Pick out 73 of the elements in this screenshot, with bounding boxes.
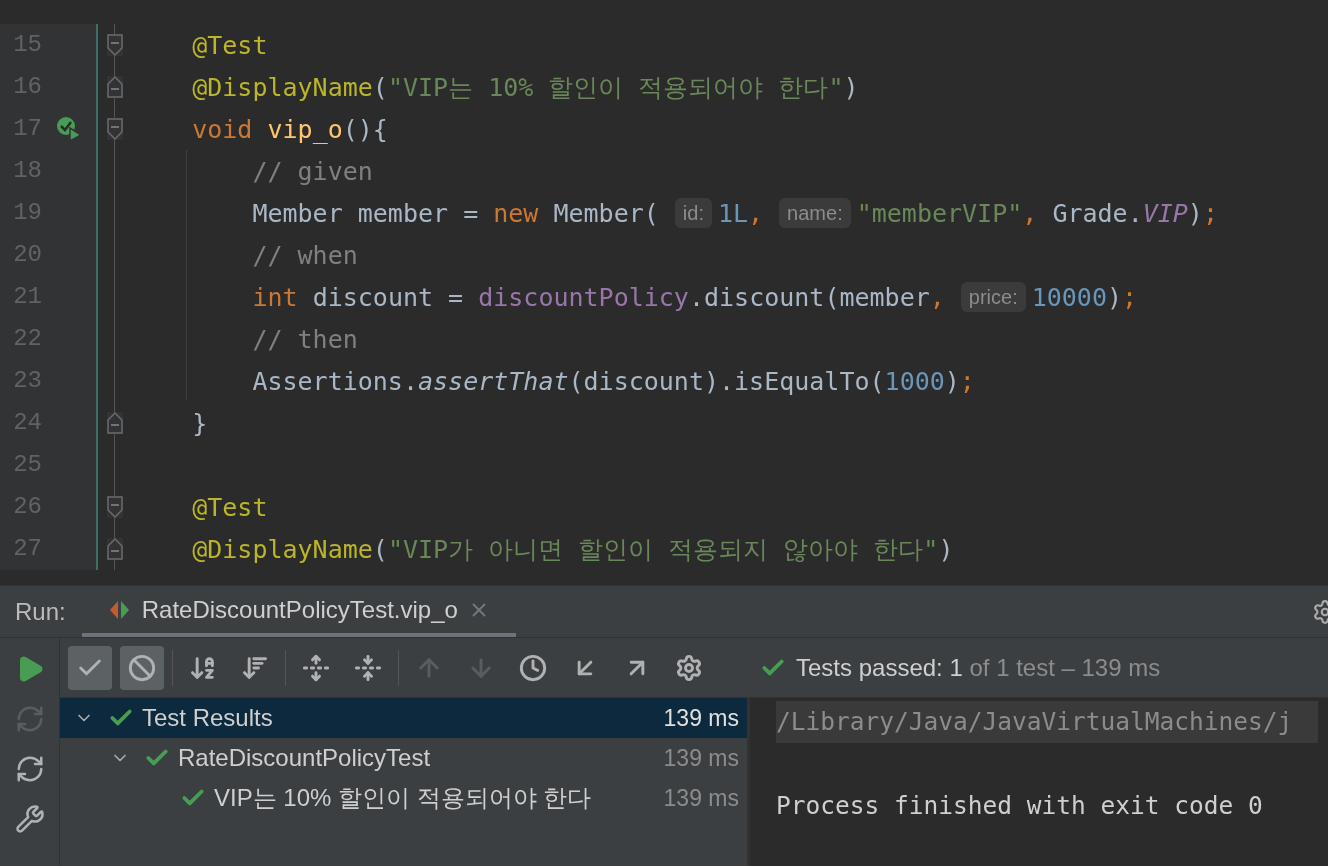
- code-token: 1000: [884, 368, 945, 394]
- test-name: VIP는 10% 할인이 적용되어야 한다: [214, 783, 593, 813]
- expand-all-icon: [302, 653, 330, 682]
- code-token: (discount).isEqualTo(: [568, 368, 885, 394]
- duration: 139 ms: [663, 743, 739, 773]
- code-token: (: [372, 536, 388, 562]
- code-token: @DisplayName: [191, 536, 373, 562]
- fold-marker-icon[interactable]: [107, 118, 123, 140]
- code-token: ): [843, 74, 859, 100]
- code-token: "VIP가 아니면 할인이 적용되지 않아야 한다": [387, 536, 939, 562]
- code-token: 1L: [717, 200, 749, 226]
- code-token: discountPolicy: [478, 284, 689, 310]
- code-token: assertThat: [418, 368, 569, 394]
- fold-marker-icon[interactable]: [107, 76, 123, 98]
- parameter-hint: price:: [960, 282, 1026, 312]
- code-token: // then: [251, 326, 358, 352]
- toolbar-button[interactable]: [68, 645, 112, 690]
- test-run-icon: [107, 599, 132, 620]
- code-token: int: [251, 284, 298, 310]
- collapse-all-icon: [354, 653, 382, 682]
- code-token: ): [1107, 284, 1123, 310]
- clock-icon: [519, 653, 547, 682]
- code-token: Grade.: [1051, 200, 1143, 226]
- tree-item[interactable]: Test Results 139 ms: [60, 698, 747, 738]
- code-token: discount =: [311, 284, 465, 310]
- code-token: ): [1187, 200, 1203, 226]
- run-passed-icon[interactable]: [56, 116, 82, 142]
- code-token: ,: [929, 284, 945, 310]
- fold-marker-icon[interactable]: [107, 496, 123, 518]
- code-token: "memberVIP": [856, 200, 1023, 226]
- duration: 139 ms: [663, 783, 739, 813]
- code-token: Member(: [552, 200, 659, 226]
- test-name: Test Results: [142, 703, 274, 733]
- code-token: // given: [251, 158, 373, 184]
- code-token: ;: [1202, 200, 1218, 226]
- code-token: ,: [1022, 200, 1038, 226]
- code-token: ): [938, 536, 954, 562]
- fold-marker-icon[interactable]: [107, 34, 123, 56]
- code-token: // when: [251, 242, 358, 268]
- code-token: "VIP는 10% 할인이 적용되어야 한다": [387, 74, 844, 100]
- test-name: RateDiscountPolicyTest: [178, 743, 432, 773]
- code-token: @Test: [191, 32, 268, 58]
- code-token: new: [493, 200, 539, 226]
- prohibited-icon: [128, 653, 156, 682]
- code-token: @Test: [191, 494, 268, 520]
- tree-item[interactable]: RateDiscountPolicyTest 139 ms: [60, 738, 747, 778]
- duration: 139 ms: [663, 703, 739, 733]
- code-token: VIP: [1142, 200, 1188, 226]
- settings-icon: [675, 653, 703, 682]
- wrench-icon[interactable]: [14, 804, 45, 834]
- panel-label: Run:: [15, 596, 66, 627]
- code-token: (: [372, 74, 388, 100]
- parameter-hint: id:: [674, 198, 712, 228]
- code-token: .discount(member: [688, 284, 930, 310]
- code-token: ;: [959, 368, 975, 394]
- parameter-hint: name:: [779, 198, 851, 228]
- code-token: Assertions.: [251, 368, 418, 394]
- code-token: Member member =: [251, 200, 480, 226]
- code-token: vip_o: [266, 116, 343, 142]
- code-token: ): [944, 368, 960, 394]
- status-text: Tests passed: 1 of 1 test – 139 ms: [796, 652, 1161, 683]
- run-tab[interactable]: RateDiscountPolicyTest.vip_o: [81, 586, 516, 637]
- code-token: ;: [1122, 284, 1138, 310]
- code-token: @DisplayName: [191, 74, 373, 100]
- code-token: 10000: [1031, 284, 1107, 310]
- fold-marker-icon[interactable]: [107, 538, 123, 560]
- fold-marker-icon[interactable]: [107, 412, 123, 434]
- code-token: (){: [342, 116, 388, 142]
- code-token: }: [191, 410, 208, 436]
- code-token: void: [191, 116, 253, 142]
- toolbar-button[interactable]: [120, 645, 164, 690]
- code-token: ,: [748, 200, 764, 226]
- tree-item[interactable]: VIP는 10% 할인이 적용되어야 한다 139 ms: [60, 778, 747, 818]
